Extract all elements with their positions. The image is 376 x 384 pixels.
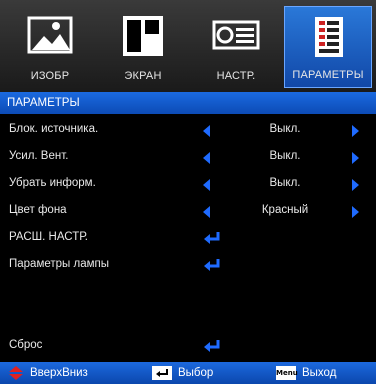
row-label: Усил. Вент. (9, 150, 69, 162)
row-label: Убрать информ. (9, 177, 96, 189)
row-background-color[interactable]: Цвет фона Красный (0, 198, 376, 224)
row-value: Выкл. (269, 150, 301, 162)
footer-exit-label: Выход (302, 367, 337, 379)
projector-settings-icon (212, 20, 260, 50)
up-down-icon (9, 366, 23, 380)
screen-icon (123, 16, 163, 56)
left-arrow-icon[interactable] (203, 125, 210, 137)
footer-select-label: Выбор (178, 367, 214, 379)
section-title: ПАРАМЕТРЫ (0, 92, 376, 114)
tab-screen[interactable]: ЭКРАН (99, 6, 187, 88)
row-value: Красный (261, 204, 309, 216)
right-arrow-icon[interactable] (352, 125, 359, 137)
row-information-hide[interactable]: Убрать информ. Выкл. (0, 171, 376, 197)
row-value: Выкл. (269, 177, 301, 189)
right-arrow-icon[interactable] (352, 179, 359, 191)
enter-key-icon (152, 366, 172, 380)
left-arrow-icon[interactable] (203, 179, 210, 191)
row-label: РАСШ. НАСТР. (9, 231, 88, 243)
tab-setup-label: НАСТР. (216, 70, 256, 82)
menu-key-icon: Menu (276, 366, 298, 380)
row-label: Параметры лампы (9, 258, 110, 270)
row-label: Блок. источника. (9, 123, 99, 135)
row-lamp-settings[interactable]: Параметры лампы (0, 252, 376, 278)
row-advanced-settings[interactable]: РАСШ. НАСТР. (0, 225, 376, 251)
tab-screen-label: ЭКРАН (124, 70, 162, 82)
tab-picture-label: ИЗОБР (30, 70, 70, 82)
tab-setup[interactable]: НАСТР. (192, 6, 280, 88)
enter-icon[interactable] (203, 231, 221, 245)
row-high-altitude-fan[interactable]: Усил. Вент. Выкл. (0, 144, 376, 170)
tab-options[interactable]: ПАРАМЕТРЫ (284, 6, 372, 88)
row-label: Сброс (9, 339, 43, 351)
left-arrow-icon[interactable] (203, 152, 210, 164)
row-value: Выкл. (269, 123, 301, 135)
picture-icon (27, 16, 73, 54)
right-arrow-icon[interactable] (352, 152, 359, 164)
right-arrow-icon[interactable] (352, 206, 359, 218)
options-list: Блок. источника. Выкл. Усил. Вент. Выкл.… (0, 114, 376, 362)
tab-picture[interactable]: ИЗОБР (6, 6, 94, 88)
left-arrow-icon[interactable] (203, 206, 210, 218)
options-list-icon (315, 17, 343, 57)
row-reset[interactable]: Сброс (0, 333, 376, 359)
enter-icon[interactable] (203, 339, 221, 353)
footer-hint-bar: ВверхВниз Выбор Menu Выход (0, 362, 376, 384)
row-label: Цвет фона (9, 204, 67, 216)
osd-menu: ИЗОБР ЭКРАН НАСТР. ПАРАМЕТРЫ ПАРАМЕТРЫ Б… (0, 0, 376, 384)
enter-icon[interactable] (203, 258, 221, 272)
footer-nav-label: ВверхВниз (30, 367, 88, 379)
tab-options-label: ПАРАМЕТРЫ (292, 69, 364, 81)
row-source-lock[interactable]: Блок. источника. Выкл. (0, 117, 376, 143)
tab-bar: ИЗОБР ЭКРАН НАСТР. ПАРАМЕТРЫ (0, 0, 376, 92)
